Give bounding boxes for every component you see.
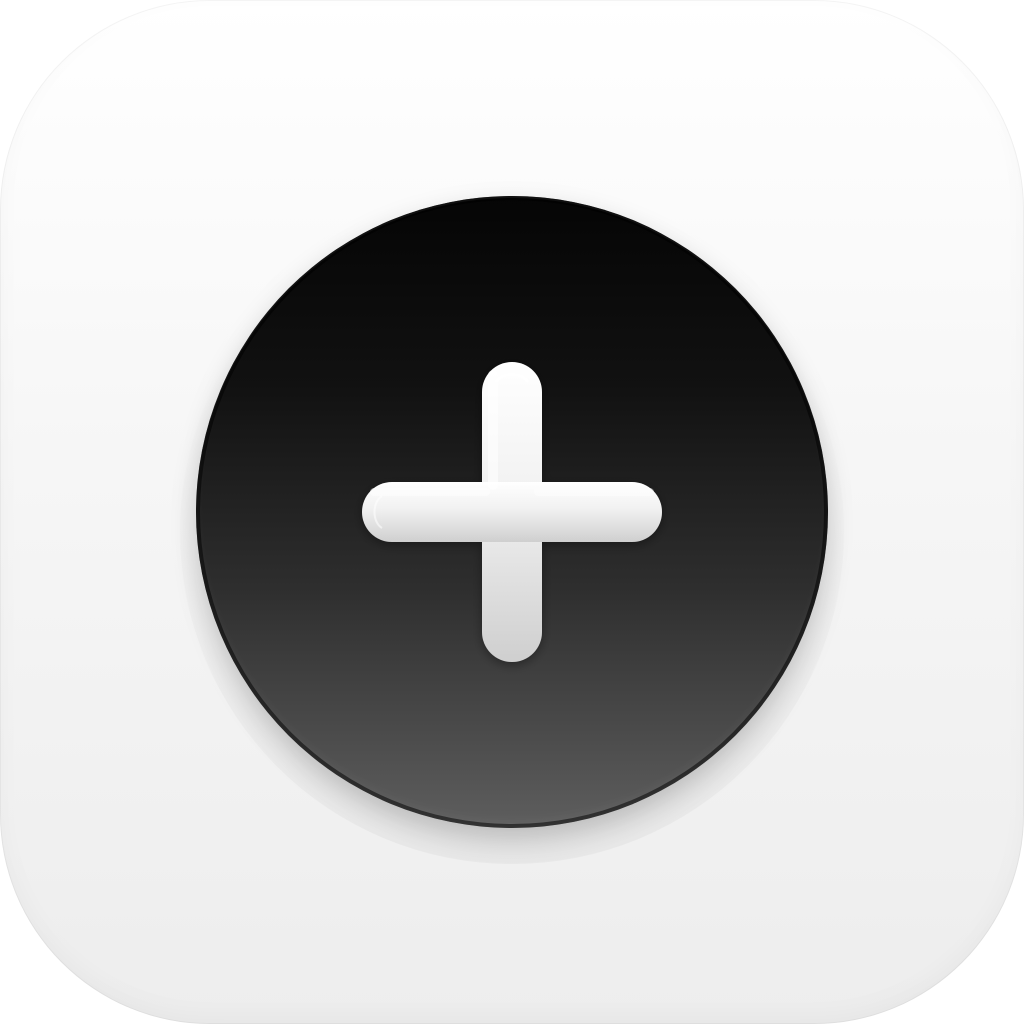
add-button[interactable]: [196, 196, 828, 828]
app-icon-canvas: [0, 0, 1024, 1024]
plus-icon: [362, 362, 662, 662]
